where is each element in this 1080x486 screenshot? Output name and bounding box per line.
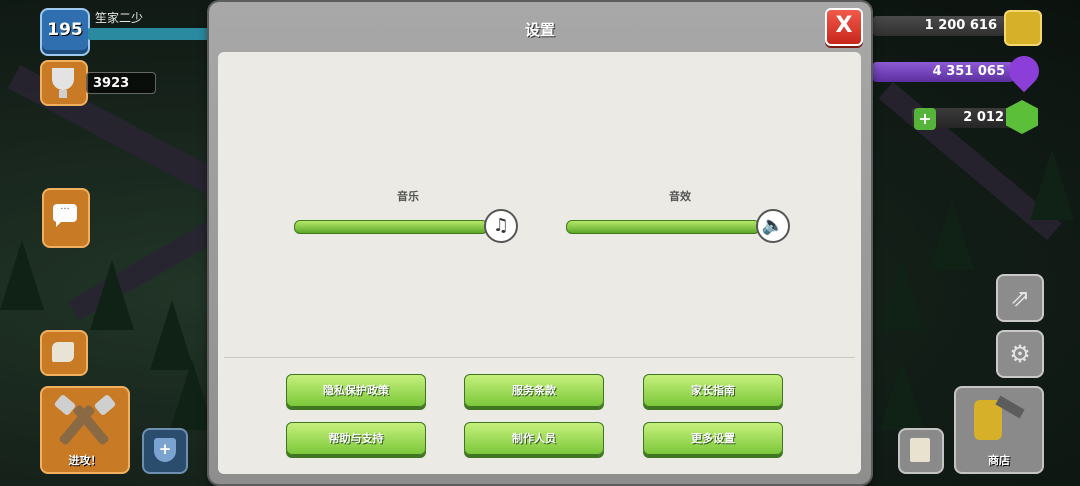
dialog-title: 设置 — [524, 21, 555, 39]
music-label: 音乐 — [397, 190, 419, 203]
trophy-button[interactable] — [40, 60, 88, 106]
notes-button[interactable] — [898, 428, 944, 474]
attack-button[interactable]: 进攻！ — [40, 386, 130, 474]
elixir-amount: 4 351 065 — [873, 62, 1013, 82]
chat-button[interactable]: ··· — [42, 188, 90, 248]
builder-base-button[interactable]: ⇗ — [996, 274, 1044, 322]
sfx-label: 音效 — [669, 190, 691, 203]
parents-guide-button[interactable]: 家长指南 — [643, 374, 783, 407]
terms-of-service-button[interactable]: 服务条款 — [464, 374, 604, 407]
shop-label: 商店 — [988, 454, 1010, 467]
music-slider-track[interactable] — [294, 220, 488, 234]
gold-amount: 1 200 616 — [873, 16, 1005, 36]
help-support-button[interactable]: 帮助与支持 — [286, 422, 426, 455]
army-icon — [52, 342, 74, 362]
divider — [224, 357, 855, 358]
xp-bar — [88, 28, 213, 40]
axe-head — [53, 393, 77, 417]
gold-icon — [1004, 10, 1042, 46]
settings-dialog: 设置 X 音乐 ♫ 音效 🔈 隐私保护政策 服务条款 家长指南 帮助与支持 制作… — [209, 2, 871, 484]
trophy-count: 3923 — [86, 72, 156, 94]
gear-icon: ⚙ — [1009, 340, 1031, 368]
axe-head — [93, 393, 117, 417]
music-note-icon[interactable]: ♫ — [484, 209, 518, 243]
add-gems-button[interactable]: + — [914, 108, 936, 130]
credits-button[interactable]: 制作人员 — [464, 422, 604, 455]
shield-icon — [154, 438, 176, 462]
shop-button[interactable]: 商店 — [954, 386, 1044, 474]
shield-button[interactable] — [142, 428, 188, 474]
more-settings-button[interactable]: 更多设置 — [643, 422, 783, 455]
player-level-badge[interactable]: 195 — [40, 8, 90, 56]
attack-label: 进攻！ — [68, 454, 102, 467]
trophy-icon — [52, 68, 74, 98]
privacy-policy-button[interactable]: 隐私保护政策 — [286, 374, 426, 407]
chat-icon: ··· — [53, 204, 77, 227]
notes-icon — [910, 438, 930, 462]
builder-icon: ⇗ — [1009, 284, 1031, 312]
sfx-slider-track[interactable] — [566, 220, 760, 234]
army-button[interactable] — [40, 330, 88, 376]
settings-panel: 音乐 ♫ 音效 🔈 隐私保护政策 服务条款 家长指南 帮助与支持 制作人员 更多… — [218, 52, 861, 474]
close-button[interactable]: X — [825, 8, 863, 46]
player-name: 笙家二少 — [95, 11, 144, 25]
speaker-icon[interactable]: 🔈 — [756, 209, 790, 243]
settings-button[interactable]: ⚙ — [996, 330, 1044, 378]
